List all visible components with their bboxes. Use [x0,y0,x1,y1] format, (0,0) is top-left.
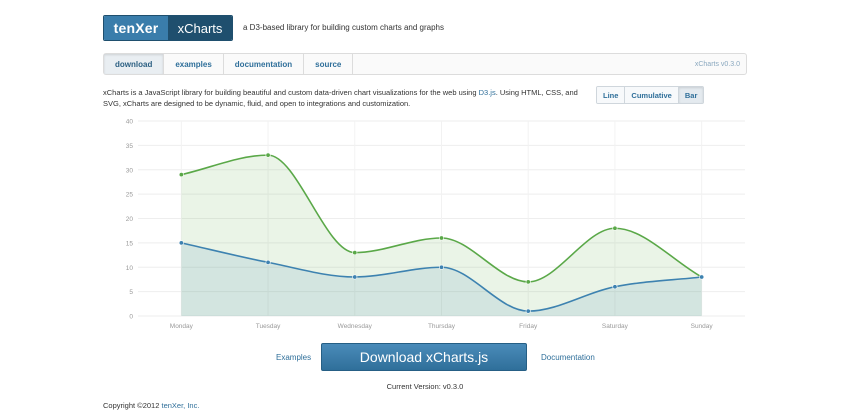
series-point-1 [525,308,531,314]
x-tick-label: Friday [519,323,538,330]
documentation-link[interactable]: Documentation [541,353,595,362]
footer: Copyright ©2012 tenXer, Inc. [103,401,199,410]
y-tick-label: 0 [129,314,133,321]
series-point-1 [178,240,184,246]
y-tick-label: 5 [129,289,133,296]
y-tick-label: 30 [126,167,134,174]
x-tick-label: Wednesday [338,323,373,330]
examples-link[interactable]: Examples [276,353,311,362]
copyright-text: Copyright ©2012 [103,401,162,410]
series-point-0 [438,235,444,241]
download-button[interactable]: Download xCharts.js [321,343,527,371]
series-point-0 [178,172,184,178]
series-point-0 [352,250,358,256]
company-link[interactable]: tenXer, Inc. [161,401,199,410]
x-tick-label: Tuesday [256,323,281,330]
y-tick-label: 25 [126,192,134,199]
x-tick-label: Monday [170,323,194,330]
x-tick-label: Thursday [428,323,456,330]
series-point-1 [265,259,271,265]
series-point-1 [612,284,618,290]
series-point-1 [699,274,705,280]
series-point-1 [438,264,444,270]
chart-svg: 0 5 10 15 20 25 30 35 40 Monday Tuesday Wednesday Th… [126,119,745,330]
current-version: Current Version: v0.3.0 [386,382,464,391]
series-point-1 [352,274,358,280]
y-tick-label: 40 [126,119,134,126]
series-point-0 [612,225,618,231]
x-tick-label: Saturday [602,323,629,330]
series-point-0 [265,152,271,158]
series-point-0 [525,279,531,285]
y-tick-label: 35 [126,143,134,150]
y-tick-label: 10 [126,265,134,272]
y-tick-label: 15 [126,240,134,247]
y-tick-label: 20 [126,216,134,223]
x-tick-label: Sunday [691,323,714,330]
